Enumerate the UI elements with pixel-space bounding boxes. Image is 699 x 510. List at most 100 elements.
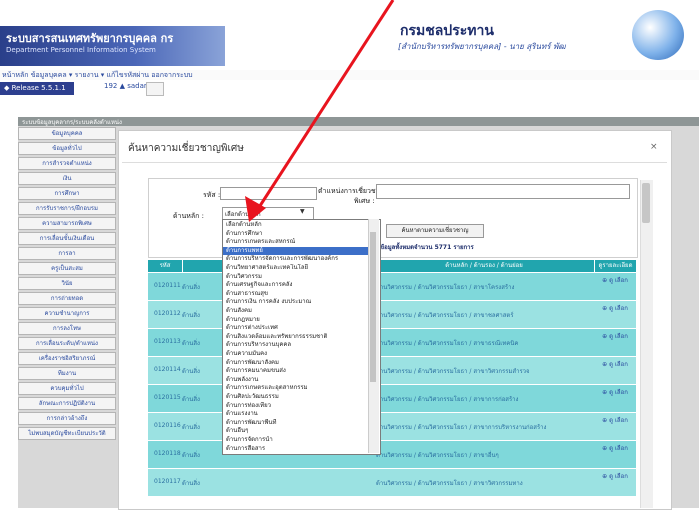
- dropdown-option[interactable]: ด้านการเกษตรและสหกรณ์: [223, 238, 372, 246]
- dropdown-option[interactable]: ด้านการจัดการน้ำ: [223, 436, 372, 444]
- dropdown-option[interactable]: ด้านสิ่งแวดล้อมและทรัพยากรธรรมชาติ: [223, 333, 372, 341]
- table-cell-name: ด้านสิ่ง...: [182, 396, 200, 403]
- table-cell-detail: ด้านวิศวกรรม / ด้านวิศวกรรมโยธา / สาขาชล…: [376, 312, 514, 319]
- dropdown-option[interactable]: ด้านการต่างประเทศ: [223, 324, 372, 332]
- frame-header: ระบบข้อมูลบุคลากร/ระบบคลังตำแหน่ง: [18, 117, 699, 126]
- table-cell-action[interactable]: ⊕ ดู เลือก: [598, 359, 632, 369]
- sidebar-item[interactable]: ครูเป็นสะสม: [18, 262, 116, 275]
- table-cell-name: ด้านสิ่ง...: [182, 284, 200, 291]
- dropdown-option[interactable]: เลือกด้านหลัก: [223, 221, 372, 229]
- user-menu-button[interactable]: [146, 82, 164, 96]
- position-input[interactable]: [376, 184, 630, 199]
- table-cell-action[interactable]: ⊕ ดู เลือก: [598, 387, 632, 397]
- sidebar-item[interactable]: การกล่าวอ้างถึง: [18, 412, 116, 425]
- sidebar-item[interactable]: การเลื่อนขั้นเงินเดือน: [18, 232, 116, 245]
- dropdown-option[interactable]: ด้านการสื่อสาร: [223, 445, 372, 453]
- table-cell-detail: ด้านวิศวกรรม / ด้านวิศวกรรมโยธา / สาขากา…: [376, 424, 547, 431]
- sidebar-item[interactable]: ข้อมูลทั่วไป: [18, 142, 116, 155]
- sidebar-item[interactable]: ความชำนาญการ: [18, 307, 116, 320]
- dialog-scroll-thumb[interactable]: [642, 183, 650, 223]
- dialog-title: ค้นหาความเชี่ยวชาญพิเศษ: [128, 143, 244, 154]
- dropdown-option[interactable]: ด้านเศรษฐกิจและการคลัง: [223, 281, 372, 289]
- table-cell-code: 0120111: [154, 282, 181, 289]
- table-row[interactable]: 0120117ด้านสิ่งก่อสร้างและสถาปัตยกรรม / …: [148, 469, 636, 497]
- sidebar-item[interactable]: การถ่ายทอด: [18, 292, 116, 305]
- table-cell-name: ด้านสิ่งก่อสร้างและสถาปัตยกรรม / สาขา: [182, 480, 200, 487]
- table-cell-code: 0120115: [154, 394, 181, 401]
- dropdown-option[interactable]: ด้านการท่องเที่ยว: [223, 402, 372, 410]
- dialog-divider: [122, 162, 667, 163]
- group-dropdown-list[interactable]: เลือกด้านหลัก ด้านการศึกษา ด้านการเกษตรและ…: [222, 219, 381, 455]
- dropdown-option[interactable]: ด้านแรงงาน: [223, 410, 372, 418]
- dropdown-option[interactable]: ด้านวิทยาศาสตร์และเทคโนโลยี: [223, 264, 372, 272]
- sidebar-item[interactable]: ลักษณะการปฏิบัติงาน: [18, 397, 116, 410]
- brand-logo-bar: ระบบสารสนเทศทรัพยากรบุคคล กร Department …: [0, 26, 225, 66]
- frame-header-text: ระบบข้อมูลบุคลากร/ระบบคลังตำแหน่ง: [22, 119, 122, 126]
- sidebar-item[interactable]: การลงโทษ: [18, 322, 116, 335]
- sidebar-item[interactable]: เครื่องราชอิสริยาภรณ์: [18, 352, 116, 365]
- close-icon[interactable]: ×: [650, 142, 658, 152]
- table-cell-action[interactable]: ⊕ ดู เลือก: [598, 331, 632, 341]
- sidebar-item[interactable]: การรับราชการ/ฝึกอบรม: [18, 202, 116, 215]
- dropdown-option[interactable]: ด้านอื่นๆ: [223, 427, 372, 435]
- dropdown-option[interactable]: ด้านการบริหารงานบุคคล: [223, 341, 372, 349]
- table-cell-name: ด้านสิ่ง...: [182, 424, 200, 431]
- table-cell-action[interactable]: ⊕ ดู เลือก: [598, 303, 632, 313]
- column-header-action: ดูรายละเอียด: [595, 260, 636, 272]
- nav-menu[interactable]: หน้าหลัก ข้อมูลบุคคล ▾ รายงาน ▾ แก้ไขรหั…: [2, 70, 193, 81]
- chevron-down-icon[interactable]: ▼: [300, 208, 305, 215]
- sidebar-item[interactable]: ไม่พบสมุดบัญชีทะเบียนประวัติ: [18, 427, 116, 440]
- dropdown-option[interactable]: ด้านความมั่นคง: [223, 350, 372, 358]
- dropdown-option[interactable]: ด้านการบริหารจัดการและการพัฒนาองค์กร: [223, 255, 372, 263]
- sidebar-item[interactable]: ความสามารถพิเศษ: [18, 217, 116, 230]
- sidebar-item[interactable]: การสำรวจตำแหน่ง: [18, 157, 116, 170]
- table-cell-code: 0120112: [154, 310, 181, 317]
- dialog-scrollbar[interactable]: [640, 180, 653, 508]
- dropdown-option[interactable]: ด้านการเกษตรและอุตสาหกรรม: [223, 384, 372, 392]
- dropdown-option[interactable]: ด้านการเงิน การคลัง งบประมาณ: [223, 298, 372, 306]
- dropdown-option[interactable]: ด้านพลังงาน: [223, 376, 372, 384]
- sidebar-item[interactable]: ทีมงาน: [18, 367, 116, 380]
- search-button[interactable]: ค้นหาตามความเชี่ยวชาญ: [386, 224, 484, 238]
- table-cell-detail: ด้านวิศวกรรม / ด้านวิศวกรรมโยธา / สาขาวิ…: [376, 480, 523, 487]
- table-cell-code: 0120113: [154, 338, 181, 345]
- result-count: ข้อมูลทั้งหมดจำนวน 5771 รายการ: [380, 244, 474, 251]
- dropdown-option[interactable]: ด้านการแพทย์: [223, 246, 372, 255]
- column-header-code: รหัส: [148, 260, 182, 272]
- dropdown-scroll-thumb[interactable]: [370, 232, 376, 382]
- table-cell-name: ด้านสิ่ง...: [182, 312, 200, 319]
- table-cell-detail: ด้านวิศวกรรม / ด้านวิศวกรรมโยธา / สาขาโค…: [376, 284, 515, 291]
- sidebar-item[interactable]: การศึกษา: [18, 187, 116, 200]
- dropdown-option[interactable]: ด้านการคมนาคมขนส่ง: [223, 367, 372, 375]
- code-input[interactable]: [220, 187, 317, 200]
- table-cell-detail: ด้านวิศวกรรม / ด้านวิศวกรรมโยธา / สาขาธร…: [376, 340, 519, 347]
- dropdown-option[interactable]: ด้านสาธารณสุข: [223, 290, 372, 298]
- brand-subtitle: Department Personnel Information System: [6, 46, 156, 54]
- department-title: กรมชลประทาน: [400, 23, 494, 39]
- sidebar-item[interactable]: การลา: [18, 247, 116, 260]
- table-cell-action[interactable]: ⊕ ดู เลือก: [598, 275, 632, 285]
- sidebar-item[interactable]: เงิน: [18, 172, 116, 185]
- dropdown-option[interactable]: ด้านการพัฒนาพื้นที่: [223, 419, 372, 427]
- table-cell-action[interactable]: ⊕ ดู เลือก: [598, 415, 632, 425]
- dropdown-option[interactable]: ด้านสังคม: [223, 307, 372, 315]
- sidebar-item[interactable]: ควบคุมทั่วไป: [18, 382, 116, 395]
- dropdown-option[interactable]: ด้านกฎหมาย: [223, 316, 372, 324]
- table-cell-detail: ด้านวิศวกรรม / ด้านวิศวกรรมโยธา / สาขาอื…: [376, 452, 499, 459]
- code-label: รหัส :: [203, 191, 221, 199]
- dropdown-option[interactable]: ด้านวิศวกรรม: [223, 273, 372, 281]
- table-cell-code: 0120114: [154, 366, 181, 373]
- user-link[interactable]: 192 ▲ sadam: [104, 82, 151, 90]
- table-cell-action[interactable]: ⊕ ดู เลือก: [598, 443, 632, 453]
- sidebar-item[interactable]: การเลื่อนระดับ/ตำแหน่ง: [18, 337, 116, 350]
- dropdown-option[interactable]: ด้านศิลปะวัฒนธรรม: [223, 393, 372, 401]
- table-cell-detail: ด้านวิศวกรรม / ด้านวิศวกรรมโยธา / สาขาวิ…: [376, 368, 530, 375]
- sidebar-item[interactable]: ข้อมูลบุคคล: [18, 127, 116, 140]
- group-label: ด้านหลัก :: [173, 212, 204, 220]
- sidebar-item[interactable]: วินัย: [18, 277, 116, 290]
- release-badge: ◆ Release 5.5.1.1: [0, 82, 74, 95]
- brand-title: ระบบสารสนเทศทรัพยากรบุคคล กร: [6, 32, 174, 45]
- dropdown-option[interactable]: ด้านการพัฒนาสังคม: [223, 359, 372, 367]
- table-cell-action[interactable]: ⊕ ดู เลือก: [598, 471, 632, 481]
- dropdown-option[interactable]: ด้านการศึกษา: [223, 230, 372, 238]
